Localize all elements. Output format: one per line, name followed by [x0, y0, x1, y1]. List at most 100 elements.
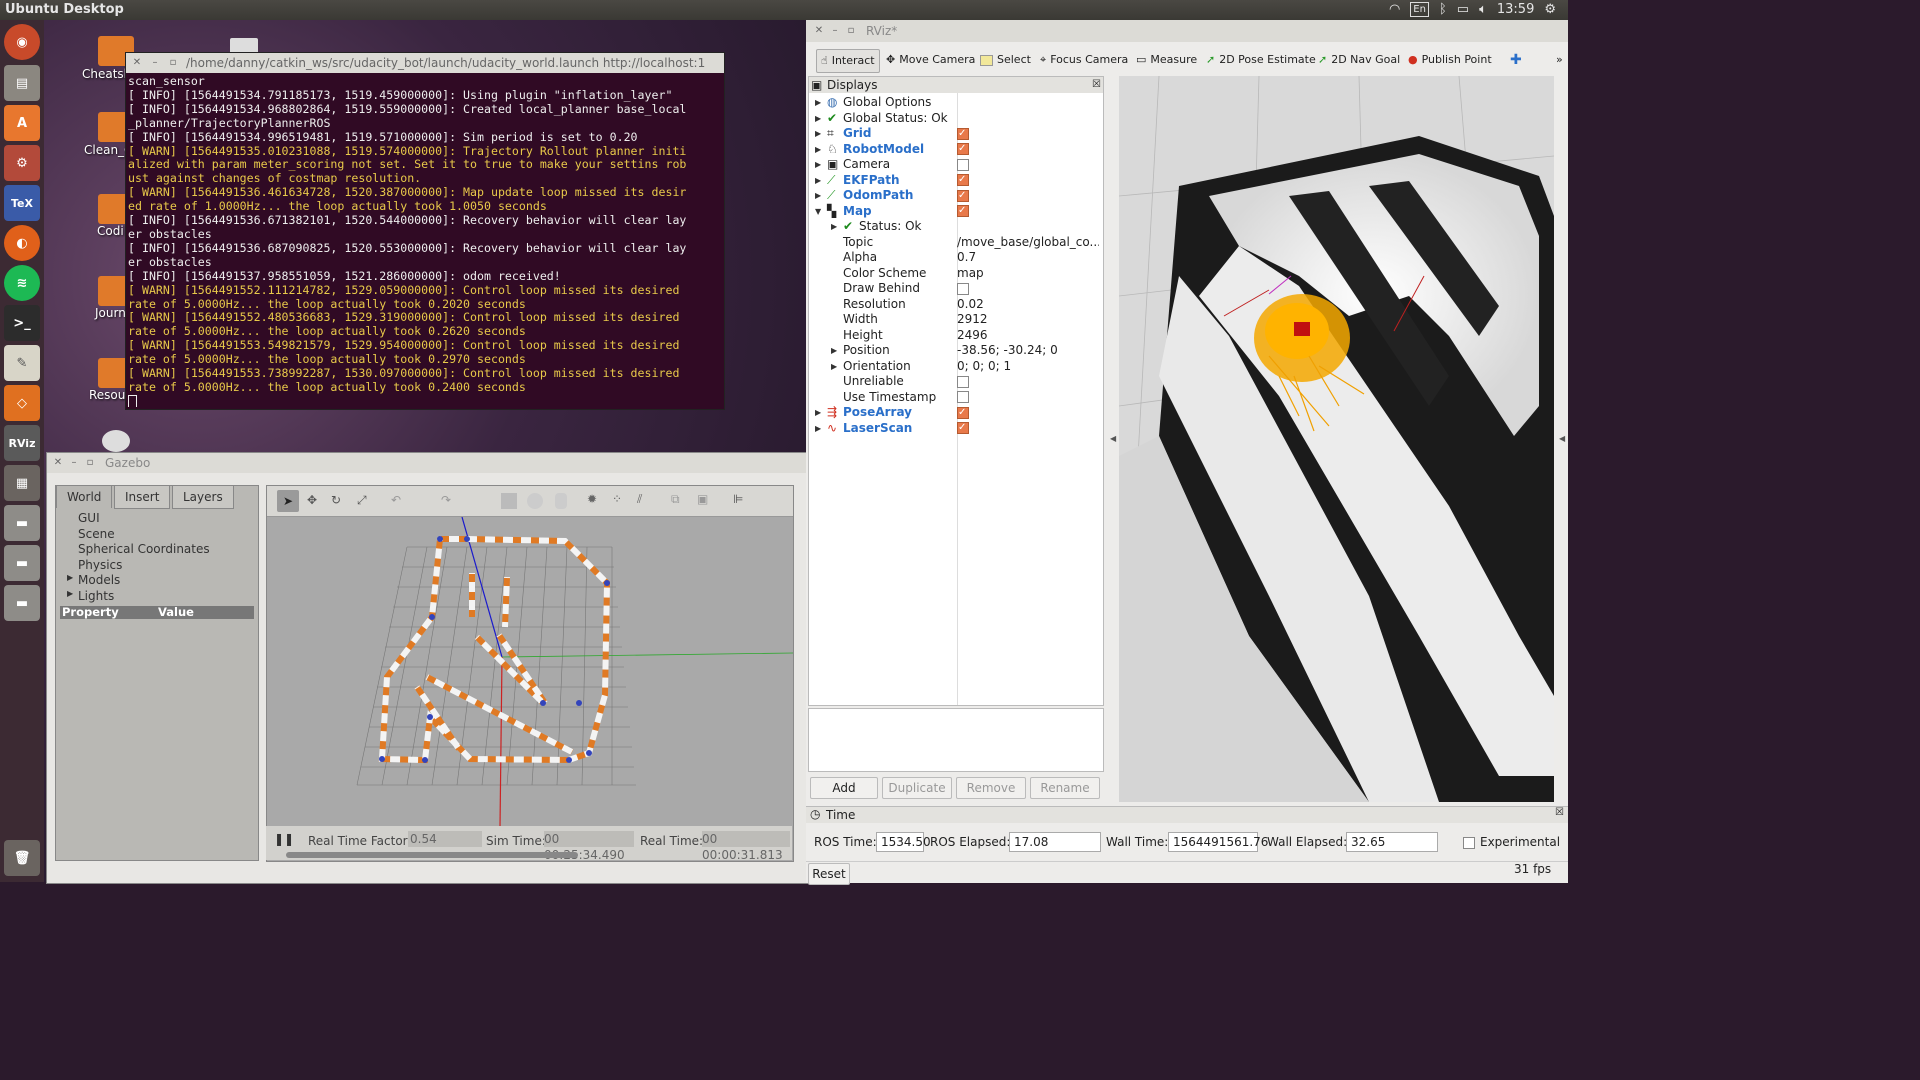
minimize-icon[interactable]: – — [150, 58, 160, 68]
map-position-row[interactable]: ▶ Position -38.56; -30.24; 0 — [809, 343, 1101, 359]
map-color-scheme-row[interactable]: Color Scheme map — [809, 266, 1101, 282]
ros-time-field[interactable]: 1534.50 — [876, 832, 931, 852]
remove-button[interactable]: Remove — [956, 777, 1026, 799]
drive-icon[interactable]: ▬ — [4, 505, 40, 541]
workspace-switcher-icon[interactable]: ▦ — [4, 465, 40, 501]
keyboard-layout-indicator[interactable]: En — [1410, 2, 1429, 17]
bluetooth-icon[interactable]: ᛒ — [1439, 2, 1447, 17]
close-panel-icon[interactable]: ☒ — [1555, 807, 1564, 818]
close-icon[interactable]: ✕ — [814, 26, 824, 36]
battery-icon[interactable]: ▭ — [1457, 2, 1469, 17]
costmap-scene[interactable] — [1119, 76, 1554, 802]
display-row-posearray[interactable]: ▶ ⇶ PoseArray — [809, 405, 1101, 421]
camera-checkbox[interactable] — [957, 158, 969, 171]
publish-point-tool[interactable]: ● Publish Point — [1408, 49, 1492, 71]
system-settings-icon[interactable]: ⚙ — [4, 145, 40, 181]
dash-icon[interactable]: ◉ — [4, 24, 40, 60]
map-orientation-row[interactable]: ▶ Orientation 0; 0; 0; 1 — [809, 359, 1101, 375]
desktop-icon-label[interactable]: Cheatsh — [82, 67, 131, 81]
box-shape-icon[interactable] — [501, 493, 517, 509]
rviz-window[interactable]: ✕ – ▫ RViz* ☝ Interact ✥ Move Camera Selec… — [806, 20, 1568, 885]
map-width-row[interactable]: Width 2912 — [809, 312, 1101, 328]
rename-button[interactable]: Rename — [1030, 777, 1100, 799]
tree-item-physics[interactable]: Physics — [78, 558, 210, 574]
map-unreliable-row[interactable]: Unreliable — [809, 374, 1101, 390]
map-use-timestamp-row[interactable]: Use Timestamp — [809, 390, 1101, 406]
map-checkbox[interactable] — [957, 204, 969, 219]
tab-world[interactable]: World — [56, 485, 113, 508]
maximize-icon[interactable]: ▫ — [168, 58, 178, 68]
tree-item-models[interactable]: ▶ Models — [67, 573, 210, 589]
select-arrow-icon[interactable]: ➤ — [277, 490, 299, 512]
laserscan-checkbox[interactable] — [957, 421, 969, 436]
close-icon[interactable]: ✕ — [132, 58, 142, 68]
nav-goal-tool[interactable]: ➚ 2D Nav Goal — [1318, 49, 1400, 71]
wall-time-field[interactable]: 1564491561.76 — [1168, 832, 1268, 852]
volume-icon[interactable]: 🔈︎ — [1479, 2, 1487, 17]
drive-icon[interactable]: ▬ — [4, 545, 40, 581]
experimental-checkbox[interactable] — [1463, 837, 1475, 849]
display-row-map[interactable]: ▼ ▚ Map — [809, 204, 1101, 220]
desktop-icon-label[interactable]: Codi — [97, 224, 124, 238]
unreliable-checkbox[interactable] — [957, 375, 969, 388]
display-row-grid[interactable]: ▶ ⌗ Grid — [809, 126, 1101, 142]
wall-elapsed-field[interactable]: 32.65 — [1346, 832, 1438, 852]
use-timestamp-checkbox[interactable] — [957, 391, 969, 403]
texstudio-icon[interactable]: TeX — [4, 185, 40, 221]
collapse-right-icon[interactable]: ◀ — [1559, 434, 1565, 443]
collapse-left-icon[interactable]: ◀ — [1110, 434, 1116, 443]
point-light-icon[interactable]: ✹ — [587, 492, 597, 506]
expand-arrow-icon[interactable]: ▶ — [67, 573, 73, 582]
rviz-icon[interactable]: RViz — [4, 425, 40, 461]
expand-arrow-icon[interactable]: ▶ — [67, 589, 73, 598]
undo-icon[interactable]: ↶ — [391, 493, 401, 507]
gazebo-scene[interactable] — [267, 517, 793, 827]
copy-icon[interactable]: ⧉ — [671, 492, 680, 507]
pause-icon[interactable]: ❚❚ — [274, 832, 294, 846]
align-icon[interactable]: ⊫ — [733, 492, 743, 506]
toolbar-overflow-icon[interactable]: » — [1556, 49, 1563, 71]
map-height-row[interactable]: Height 2496 — [809, 328, 1101, 344]
display-row-odompath[interactable]: ▶ ⟋ OdomPath — [809, 188, 1101, 204]
minimize-icon[interactable]: – — [69, 458, 79, 468]
robotmodel-checkbox[interactable] — [957, 142, 969, 157]
duplicate-button[interactable]: Duplicate — [882, 777, 952, 799]
rviz-titlebar[interactable]: ✕ – ▫ RViz* — [806, 20, 1568, 42]
tree-item-spherical-coordinates[interactable]: Spherical Coordinates — [78, 542, 210, 558]
desktop-icon-label[interactable]: Resou — [89, 388, 125, 402]
scale-icon[interactable]: ⤢ — [357, 493, 367, 508]
power-gear-icon[interactable]: ⚙ — [1544, 2, 1556, 17]
display-row-global-options[interactable]: ▶ ◍ Global Options — [809, 95, 1101, 111]
map-topic-row[interactable]: Topic/move_base/global_co... — [809, 235, 1101, 251]
tree-item-gui[interactable]: GUI — [78, 511, 210, 527]
translate-icon[interactable]: ✥ — [307, 493, 317, 507]
tab-layers[interactable]: Layers — [172, 485, 234, 509]
rviz-3d-view[interactable] — [1119, 76, 1554, 802]
gazebo-titlebar[interactable]: ✕ – ▫ Gazebo — [47, 453, 807, 473]
posearray-checkbox[interactable] — [957, 405, 969, 420]
redo-icon[interactable]: ↷ — [441, 493, 451, 507]
terminal-icon[interactable]: >_ — [4, 305, 40, 341]
minimize-icon[interactable]: – — [830, 26, 840, 36]
measure-tool[interactable]: ▭ Measure — [1136, 49, 1197, 71]
display-row-robotmodel[interactable]: ▶ ♘ RobotModel — [809, 142, 1101, 158]
desktop-icon-label[interactable]: Journ — [95, 306, 126, 320]
ros-elapsed-field[interactable]: 17.08 — [1009, 832, 1101, 852]
tree-item-lights[interactable]: ▶ Lights — [67, 589, 210, 605]
move-camera-tool[interactable]: ✥ Move Camera — [886, 49, 975, 71]
spotify-icon[interactable]: ≋ — [4, 265, 40, 301]
ekfpath-checkbox[interactable] — [957, 173, 969, 188]
close-panel-icon[interactable]: ☒ — [1092, 77, 1101, 93]
map-alpha-row[interactable]: Alpha 0.7 — [809, 250, 1101, 266]
paste-icon[interactable]: ▣ — [697, 492, 708, 506]
rotate-icon[interactable]: ↻ — [331, 493, 341, 507]
draw-behind-checkbox[interactable] — [957, 282, 969, 295]
drive-icon[interactable]: ▬ — [4, 585, 40, 621]
wifi-icon[interactable]: ◠ — [1389, 2, 1400, 17]
maximize-icon[interactable]: ▫ — [85, 458, 95, 468]
pose-estimate-tool[interactable]: ➚ 2D Pose Estimate — [1206, 49, 1316, 71]
display-row-laserscan[interactable]: ▶ ∿ LaserScan — [809, 421, 1101, 437]
software-center-icon[interactable]: A — [4, 105, 40, 141]
interact-tool[interactable]: ☝ Interact — [816, 49, 880, 73]
files-icon[interactable]: ▤ — [4, 65, 40, 101]
